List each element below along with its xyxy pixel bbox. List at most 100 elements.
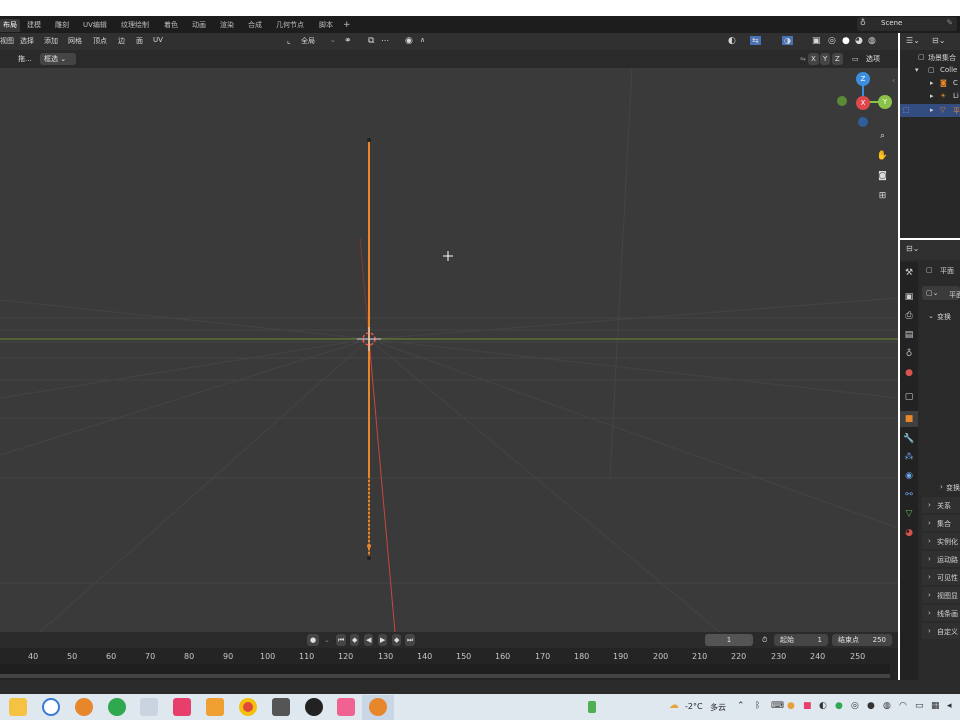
outliner-display-mode-icon[interactable]: ☰⌄ — [906, 36, 920, 45]
object-name-field[interactable]: 平面 — [940, 266, 954, 276]
tray-app-icon[interactable]: ◎ — [851, 701, 859, 711]
data-tab-icon[interactable]: ▽ — [903, 508, 915, 520]
tab-compositing[interactable]: 合成 — [245, 19, 265, 32]
snap-icon[interactable]: ⧉ — [368, 36, 374, 46]
tab-uv-editing[interactable]: UV编辑 — [80, 19, 110, 32]
overlay-toggle-icon[interactable]: ◑ — [782, 36, 793, 45]
3d-viewport[interactable]: Z X Y ⌕ ✋ ◙ ⊞ ‹ — [0, 68, 898, 632]
notes-app-icon[interactable] — [206, 698, 224, 716]
pin-icon[interactable]: ✎ — [946, 18, 953, 27]
outliner-collection[interactable]: Colle — [940, 66, 957, 74]
material-shading-icon[interactable]: ◕ — [855, 36, 863, 46]
snap-increment-icon[interactable]: ⋯ — [381, 36, 389, 45]
scene-selector[interactable]: ♁ Scene ✎ — [857, 17, 957, 31]
outliner-filter-icon[interactable]: ⊟⌄ — [932, 36, 945, 45]
gizmo-y-axis[interactable]: Y — [878, 95, 892, 109]
play-button[interactable]: ▶ — [378, 634, 388, 646]
tool-tab-icon[interactable]: ⚒ — [903, 267, 915, 279]
tray-expand-icon[interactable]: ⌃ — [737, 701, 745, 711]
expand-arrow-icon[interactable]: ▸ — [930, 92, 934, 100]
tray-app-icon[interactable]: ▦ — [931, 701, 940, 711]
tray-app-icon[interactable]: ● — [787, 701, 795, 711]
sidebar-toggle-icon[interactable]: ‹ — [892, 76, 895, 85]
scene-tab-icon[interactable]: ♁ — [903, 348, 915, 360]
wifi-icon[interactable]: ◠ — [899, 701, 907, 711]
proportional-edit-icon[interactable]: ◉ — [405, 36, 413, 46]
menu-edge[interactable]: 边 — [118, 36, 125, 46]
tab-modeling[interactable]: 建模 — [24, 19, 44, 32]
bluetooth-icon[interactable]: ᛒ — [755, 701, 760, 711]
transform-panel-header[interactable]: 变换 — [937, 312, 951, 322]
tab-scripting[interactable]: 脚本 — [316, 19, 336, 32]
video-app-icon[interactable] — [272, 698, 290, 716]
chevron-right-icon[interactable]: › — [940, 483, 943, 491]
play-reverse-button[interactable]: ◀ — [364, 634, 374, 646]
outliner-item-camera[interactable]: C — [953, 79, 958, 87]
menu-vertex[interactable]: 顶点 — [93, 36, 107, 46]
world-tab-icon[interactable]: ● — [903, 367, 915, 379]
zoom-icon[interactable]: ⌕ — [875, 129, 890, 144]
rendered-shading-icon[interactable]: ◍ — [868, 36, 876, 46]
tab-layout[interactable]: 布局 — [0, 19, 20, 32]
jump-end-button[interactable]: ⏭ — [405, 634, 416, 646]
menu-add[interactable]: 添加 — [44, 36, 58, 46]
tab-sculpt[interactable]: 雕刻 — [52, 19, 72, 32]
file-explorer-icon[interactable] — [9, 698, 27, 716]
media-app-icon[interactable] — [173, 698, 191, 716]
chrome-icon[interactable] — [239, 698, 257, 716]
tray-media-icon[interactable]: ■ — [803, 701, 812, 711]
chevron-down-icon[interactable]: ⌄ — [928, 312, 934, 320]
tab-rendering[interactable]: 渲染 — [217, 19, 237, 32]
outliner-scene-collection[interactable]: 场景集合 — [928, 53, 956, 63]
tab-shading[interactable]: 着色 — [161, 19, 181, 32]
wechat-icon[interactable] — [108, 698, 126, 716]
audio-app-icon[interactable] — [337, 698, 355, 716]
current-frame-field[interactable]: 1 — [705, 634, 753, 646]
menu-view[interactable]: 视图 — [0, 36, 14, 46]
options-icon[interactable]: ▭ — [848, 53, 863, 65]
record-button[interactable]: ● — [307, 634, 320, 646]
mirror-y-toggle[interactable]: Y — [820, 53, 831, 65]
ime-icon[interactable]: ⌨ — [771, 701, 784, 711]
camera-view-icon[interactable]: ◙ — [875, 169, 890, 184]
jump-start-button[interactable]: ⏮ — [336, 634, 347, 646]
tool-app-icon[interactable] — [140, 698, 158, 716]
view-layer-tab-icon[interactable]: ▤ — [903, 329, 915, 341]
gizmo-toggle-icon[interactable]: ⇆ — [750, 36, 761, 45]
menu-uv[interactable]: UV — [153, 36, 163, 44]
mirror-x-toggle[interactable]: X — [808, 53, 819, 65]
blender-active-icon[interactable] — [369, 698, 387, 716]
select-box-dropdown[interactable]: 框选 ⌄ — [40, 53, 76, 65]
tab-texture-paint[interactable]: 纹理绘制 — [118, 19, 152, 32]
mirror-z-toggle[interactable]: Z — [832, 53, 843, 65]
options-dropdown[interactable]: 选项 — [862, 53, 884, 65]
tray-qq-icon[interactable]: ● — [867, 701, 875, 711]
speaker-icon[interactable]: ◂ — [947, 701, 952, 711]
gizmo-x-axis[interactable]: X — [856, 96, 870, 110]
tray-app-icon[interactable]: ◍ — [883, 701, 891, 711]
menu-select[interactable]: 选择 — [20, 36, 34, 46]
pan-hand-icon[interactable]: ✋ — [875, 149, 890, 164]
gizmo-z-axis[interactable]: Z — [856, 72, 870, 86]
prev-keyframe-button[interactable]: ◆ — [350, 634, 360, 646]
modifier-tab-icon[interactable]: 🔧 — [903, 433, 915, 445]
navigation-gizmo[interactable]: Z X Y — [835, 72, 895, 129]
timeline-scrollbar[interactable] — [0, 674, 890, 678]
menu-mesh[interactable]: 网格 — [68, 36, 82, 46]
qq-icon[interactable] — [305, 698, 323, 716]
outliner-item-plane[interactable]: 平 — [953, 106, 960, 116]
preview-range-icon[interactable]: ⏱ — [758, 634, 771, 646]
add-workspace-button[interactable]: + — [340, 19, 354, 32]
tray-app-icon[interactable]: ◐ — [819, 701, 827, 711]
pivot-icon[interactable]: ⚭ — [344, 36, 352, 46]
material-tab-icon[interactable]: ◕ — [903, 527, 915, 539]
solid-shading-icon[interactable]: ● — [842, 36, 850, 46]
tab-geometry-nodes[interactable]: 几何节点 — [273, 19, 307, 32]
start-frame-field[interactable]: 起始 1 — [774, 634, 828, 646]
constraints-tab-icon[interactable]: ⚯ — [903, 489, 915, 501]
expand-arrow-icon[interactable]: ▸ — [930, 79, 934, 87]
tray-wechat-icon[interactable]: ● — [835, 701, 843, 711]
outliner-item-light[interactable]: Li — [953, 92, 959, 100]
wireframe-shading-icon[interactable]: ◎ — [828, 36, 836, 46]
visibility-icon[interactable]: ◐ — [728, 36, 736, 46]
